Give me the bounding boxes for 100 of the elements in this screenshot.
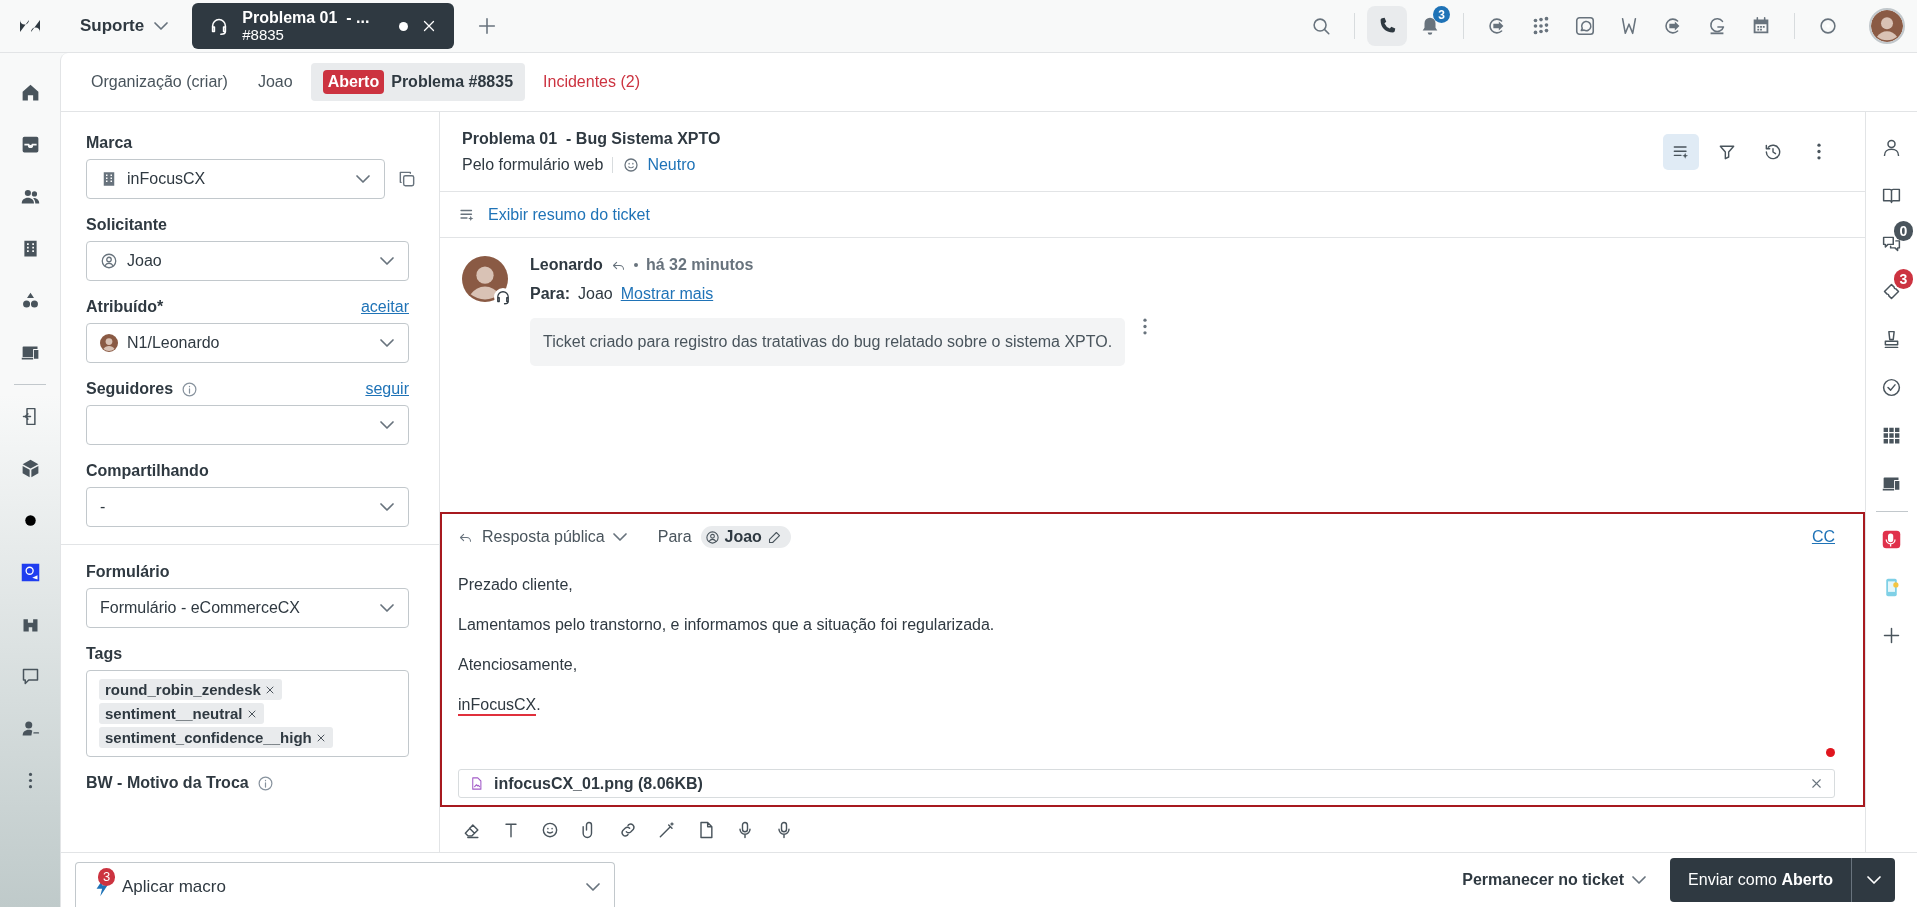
notification-badge: 3 xyxy=(1433,6,1450,23)
count-badge: 3 xyxy=(98,867,115,886)
message-time: há 32 minutos xyxy=(645,256,754,274)
chevron-down-icon xyxy=(380,503,394,511)
field-label: Formulário xyxy=(86,563,170,581)
status-dot-icon xyxy=(1826,748,1835,757)
tag-label: round_robin_zendesk xyxy=(105,681,261,698)
chevron-down-icon xyxy=(380,604,394,612)
avatar-icon xyxy=(462,256,508,302)
app-icon[interactable] xyxy=(1881,529,1902,550)
grid-icon[interactable] xyxy=(1881,425,1902,446)
ticket-tab[interactable]: Organização (criar) xyxy=(79,63,240,101)
field-value: - xyxy=(100,498,106,516)
search-icon[interactable] xyxy=(1310,15,1332,37)
field-value: inFocusCX xyxy=(127,170,206,188)
sentiment-label[interactable]: Neutro xyxy=(647,155,696,174)
field-label: Atribuído* xyxy=(86,298,164,316)
recipient-name: Joao xyxy=(578,285,613,303)
ticket-tab[interactable]: Incidentes (2) xyxy=(531,63,652,101)
ticket-tab[interactable]: Aberto Problema #8835 xyxy=(310,63,526,101)
app-icon[interactable] xyxy=(19,562,41,583)
macro-dropdown[interactable]: 3 Aplicar macro xyxy=(75,862,615,907)
check-circle-icon[interactable] xyxy=(1881,377,1902,398)
field-label: Solicitante xyxy=(86,216,167,234)
info-icon[interactable] xyxy=(256,774,274,792)
chevron-down-icon xyxy=(380,257,394,265)
message-bubble: Ticket criado para registro das tratativas do bug relatado sobre o sistema XPTO. xyxy=(530,318,1126,366)
send-options-button[interactable] xyxy=(1851,858,1895,902)
reply-paragraph: Lamentamos pelo transtorno, e informamos que a situação foi regularizada. xyxy=(458,615,996,635)
recipient-name: Joao xyxy=(724,528,762,546)
dropdown-field[interactable]: - xyxy=(86,487,409,527)
dropdown-field[interactable]: N1/Leonardo xyxy=(86,323,409,363)
reply-paragraph: Prezado cliente, xyxy=(458,575,574,595)
field-label: Tags xyxy=(86,645,123,663)
copy-icon[interactable] xyxy=(397,169,417,189)
reply-paragraph: Atenciosamente, xyxy=(458,655,579,675)
field-label: Compartilhando xyxy=(86,462,209,480)
ticket-title: Problema 01 - Bug Sistema XPTO xyxy=(462,129,721,148)
field-link[interactable]: seguir xyxy=(365,380,409,398)
person-icon xyxy=(704,529,720,545)
field-link[interactable]: aceitar xyxy=(360,298,409,316)
dropdown-field[interactable]: Formulário - eCommerceCX xyxy=(86,588,409,628)
person-icon[interactable] xyxy=(1881,137,1902,158)
chat-square-icon[interactable] xyxy=(1574,15,1596,37)
more-icon[interactable] xyxy=(1143,318,1148,335)
avatar-icon[interactable] xyxy=(1869,8,1905,44)
chevron-down-icon xyxy=(380,421,394,429)
show-more-link[interactable]: Mostrar mais xyxy=(620,285,714,303)
chevron-down-icon xyxy=(612,533,627,541)
summary-link[interactable]: Exibir resumo do ticket xyxy=(488,205,650,224)
field-label: BW - Motivo da Troca xyxy=(86,774,249,792)
attachment-name: infocusCX_01.png (8.06KB) xyxy=(494,774,703,793)
image-file-icon xyxy=(469,776,484,791)
tag-label: sentiment__neutral xyxy=(105,705,243,722)
recipient-label: Para: xyxy=(530,285,571,303)
info-icon[interactable] xyxy=(181,380,199,398)
chevron-down-icon xyxy=(1866,876,1881,884)
tag-label: sentiment_confidence__high xyxy=(105,729,312,746)
summary-button[interactable] xyxy=(1663,133,1699,170)
call-button[interactable] xyxy=(1367,6,1407,46)
workspace-dropdown[interactable]: Suporte xyxy=(74,15,175,37)
author-name: Leonardo xyxy=(530,256,603,274)
dropdown-field[interactable]: inFocusCX xyxy=(86,159,385,199)
ticket-tab[interactable]: Joao xyxy=(245,63,305,101)
edit-icon[interactable] xyxy=(766,529,782,545)
stay-dropdown[interactable]: Permanecer no ticket xyxy=(1456,870,1653,890)
chevron-down-icon xyxy=(356,175,370,183)
field-value: Joao xyxy=(127,252,162,270)
attachment-item[interactable]: infocusCX_01.png (8.06KB) xyxy=(458,769,1835,798)
person-icon xyxy=(100,252,118,270)
status-badge: Aberto xyxy=(322,70,385,94)
reply-type-dropdown[interactable]: Resposta pública xyxy=(482,528,627,546)
field-label: Marca xyxy=(86,134,133,152)
chevron-down-icon xyxy=(154,22,169,30)
chevron-down-icon xyxy=(380,339,394,347)
tab-label: Problema #8835 xyxy=(391,73,514,91)
ticket-icon[interactable] xyxy=(1881,281,1902,302)
ticket-tab[interactable]: Problema 01 - ... #8835 xyxy=(192,3,455,49)
tab-number: #8835 xyxy=(242,26,285,43)
add-icon[interactable] xyxy=(1881,625,1902,646)
avatar-icon xyxy=(100,334,118,352)
headset-icon xyxy=(494,288,512,306)
count-badge: 0 xyxy=(1894,221,1913,241)
more-icon xyxy=(1817,143,1821,160)
dropdown-field[interactable] xyxy=(86,405,409,445)
dropdown-field[interactable]: Joao xyxy=(86,241,409,281)
to-label: Para xyxy=(657,528,692,546)
ticket-channel: Pelo formulário web xyxy=(462,155,604,174)
chevron-down-icon xyxy=(1632,876,1647,884)
send-button[interactable]: Enviar como Aberto xyxy=(1670,858,1851,902)
recipient-chip[interactable]: Joao xyxy=(700,526,791,548)
count-badge: 3 xyxy=(1894,269,1913,289)
tags-field[interactable]: round_robin_zendesk sentiment__neutral sentiment_confidence__high xyxy=(86,670,409,757)
chevron-down-icon xyxy=(586,882,600,891)
macro-label: Aplicar macro xyxy=(122,876,226,897)
reply-paragraph: inFocusCX. xyxy=(458,694,1835,715)
tab-title: Problema 01 - ... xyxy=(242,9,370,26)
field-value: Formulário - eCommerceCX xyxy=(100,599,301,617)
cc-link[interactable]: CC xyxy=(1811,528,1835,546)
smile-icon xyxy=(622,155,641,174)
